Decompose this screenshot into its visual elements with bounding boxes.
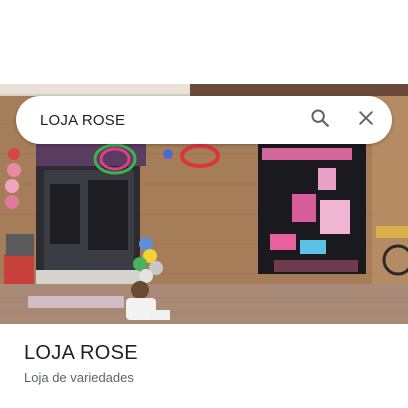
search-input[interactable]: LOJA ROSE xyxy=(40,112,300,129)
search-bar[interactable]: LOJA ROSE xyxy=(16,96,392,144)
search-icon xyxy=(309,107,331,134)
place-category: Loja de variedades xyxy=(24,370,134,385)
search-button[interactable] xyxy=(300,100,340,140)
clear-search-button[interactable] xyxy=(346,100,386,140)
place-title: LOJA ROSE xyxy=(24,342,138,364)
close-icon xyxy=(356,108,376,133)
